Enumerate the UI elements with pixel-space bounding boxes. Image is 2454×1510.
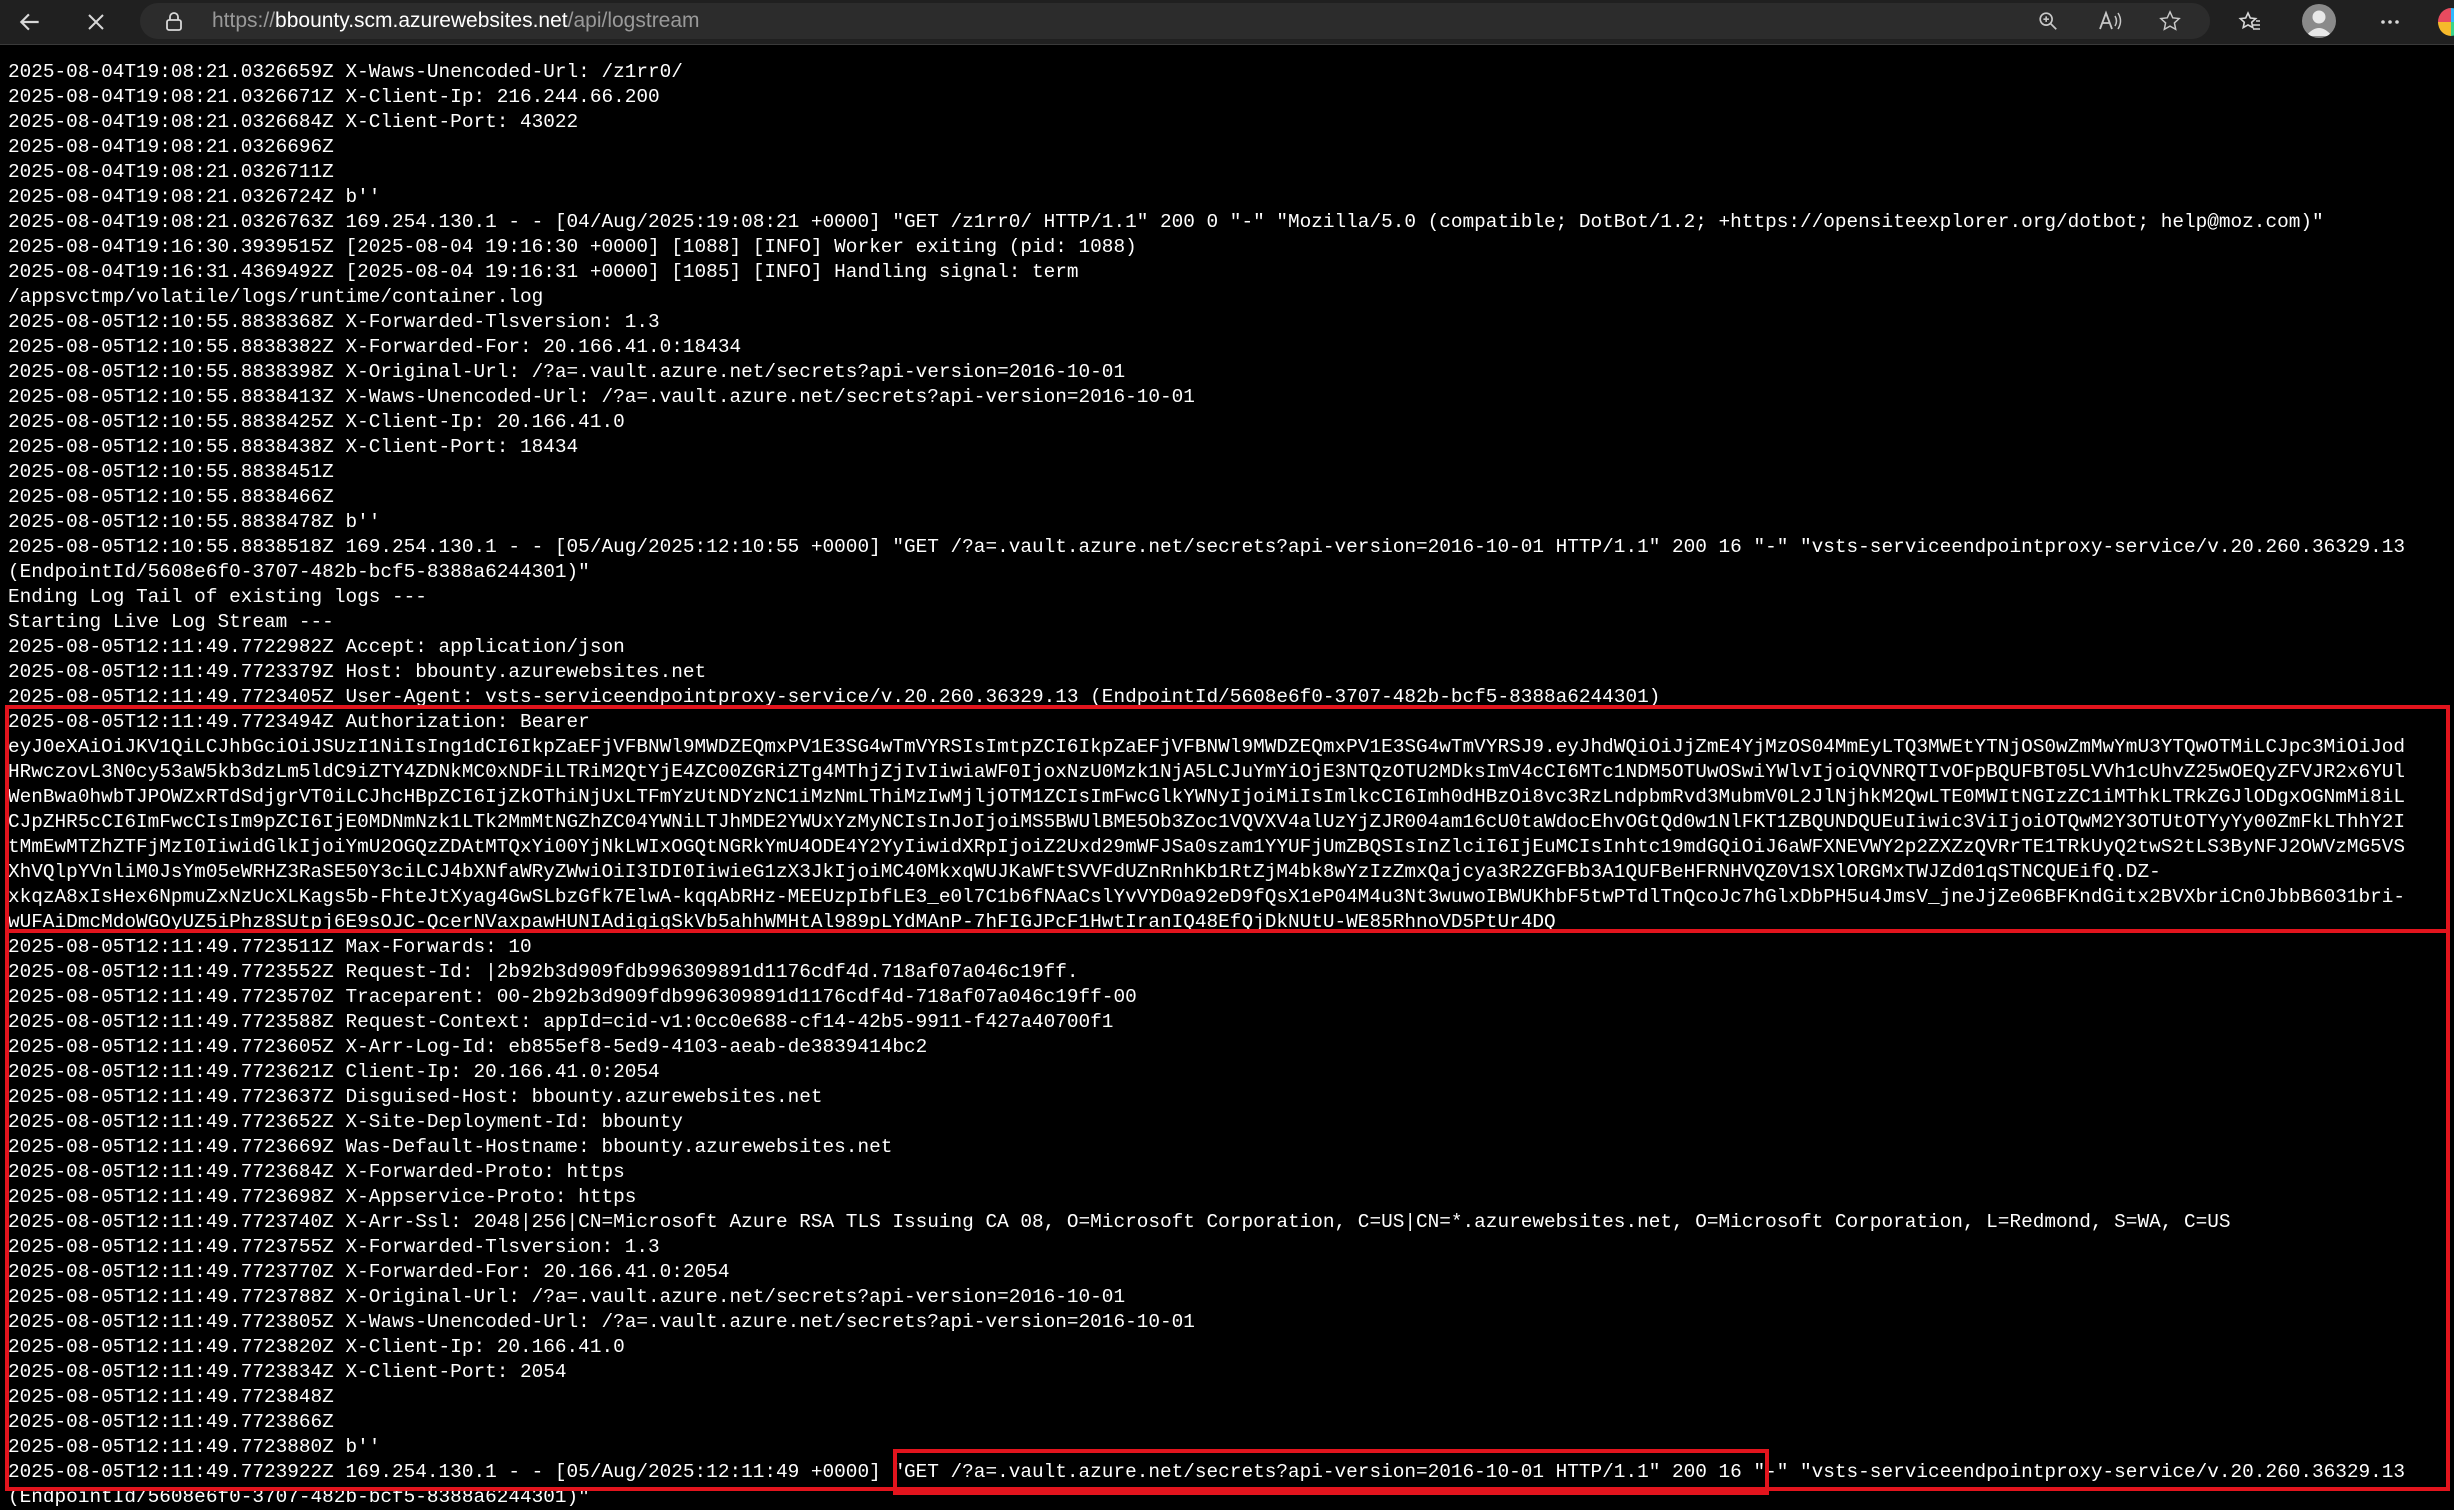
- log-line: 2025-08-05T12:11:49.7723669Z Was-Default…: [8, 1136, 893, 1158]
- log-line: 2025-08-05T12:11:49.7723621Z Client-Ip: …: [8, 1061, 660, 1083]
- log-line: WenBwa0hwbTJPOWZxRTdSdjgrVT0iLCJhcHBpZCI…: [8, 786, 2406, 808]
- log-line: 2025-08-05T12:11:49.7723866Z: [8, 1411, 334, 1433]
- log-line: 2025-08-04T19:08:21.0326724Z b'': [8, 186, 381, 208]
- stop-icon[interactable]: [78, 6, 114, 38]
- log-line: 2025-08-05T12:11:49.7723848Z: [8, 1386, 334, 1408]
- log-line: 2025-08-05T12:10:55.8838368Z X-Forwarded…: [8, 311, 660, 333]
- log-line: 2025-08-05T12:10:55.8838398Z X-Original-…: [8, 361, 1126, 383]
- log-line: 2025-08-04T19:16:30.3939515Z [2025-08-04…: [8, 236, 1137, 258]
- log-line: 2025-08-04T19:08:21.0326671Z X-Client-Ip…: [8, 86, 660, 108]
- log-line: 2025-08-05T12:11:49.7723698Z X-Appservic…: [8, 1186, 637, 1208]
- log-line: HRwczovL3N0cy53aW5kb3dzLm5ldC9iZTY4ZDNkM…: [8, 761, 2406, 783]
- log-line: 2025-08-04T19:08:21.0326684Z X-Client-Po…: [8, 111, 579, 133]
- lock-icon[interactable]: [164, 11, 184, 31]
- read-aloud-icon[interactable]: [2092, 5, 2128, 37]
- edge-copilot-icon[interactable]: [2438, 8, 2454, 36]
- log-line: 2025-08-05T12:11:49.7723494Z Authorizati…: [8, 711, 590, 733]
- log-line: 2025-08-05T12:10:55.8838478Z b'': [8, 511, 381, 533]
- log-line: (EndpointId/5608e6f0-3707-482b-bcf5-8388…: [8, 561, 590, 583]
- log-line: 2025-08-05T12:11:49.7723637Z Disguised-H…: [8, 1086, 823, 1108]
- log-line: 2025-08-05T12:10:55.8838518Z 169.254.130…: [8, 536, 2406, 558]
- zoom-icon[interactable]: [2030, 5, 2066, 37]
- log-line: 2025-08-05T12:11:49.7722982Z Accept: app…: [8, 636, 625, 658]
- log-line: wUFAiDmcMdoWGOyUZ5iPhz8SUtpj6E9sOJC-Qcer…: [8, 911, 1556, 933]
- log-line: 2025-08-05T12:11:49.7723379Z Host: bboun…: [8, 661, 707, 683]
- log-line: 2025-08-05T12:10:55.8838413Z X-Waws-Unen…: [8, 386, 1195, 408]
- log-line: CJpZHR5cCI6ImFwcCIsIm9pZCI6IjE0MDNmNzk1L…: [8, 811, 2406, 833]
- log-line: 2025-08-05T12:11:49.7723652Z X-Site-Depl…: [8, 1111, 683, 1133]
- log-line: 2025-08-04T19:08:21.0326659Z X-Waws-Unen…: [8, 61, 683, 83]
- log-line: 2025-08-04T19:08:21.0326711Z: [8, 161, 334, 183]
- url-host: bbounty.scm.azurewebsites.net: [275, 9, 568, 32]
- log-line: 2025-08-05T12:11:49.7723552Z Request-Id:…: [8, 961, 1079, 983]
- log-line: 2025-08-05T12:11:49.7723788Z X-Original-…: [8, 1286, 1126, 1308]
- log-line: 2025-08-05T12:11:49.7723755Z X-Forwarded…: [8, 1236, 660, 1258]
- log-line: /appsvctmp/volatile/logs/runtime/contain…: [8, 286, 544, 308]
- log-line: Ending Log Tail of existing logs ---: [8, 586, 427, 608]
- log-line: 2025-08-05T12:11:49.7723605Z X-Arr-Log-I…: [8, 1036, 928, 1058]
- log-line: 2025-08-05T12:10:55.8838451Z: [8, 461, 334, 483]
- log-line: 2025-08-05T12:10:55.8838382Z X-Forwarded…: [8, 336, 742, 358]
- log-line: 2025-08-05T12:11:49.7723740Z X-Arr-Ssl: …: [8, 1211, 2231, 1233]
- log-line: 2025-08-05T12:11:49.7723570Z Traceparent…: [8, 986, 1137, 1008]
- more-icon[interactable]: [2372, 6, 2408, 38]
- log-line: (EndpointId/5608e6f0-3707-482b-bcf5-8388…: [8, 1486, 590, 1508]
- profile-icon[interactable]: [2302, 4, 2336, 38]
- log-line: eyJ0eXAiOiJKV1QiLCJhbGciOiJSUzI1NiIsIng1…: [8, 736, 2406, 758]
- log-line: 2025-08-05T12:11:49.7723922Z 169.254.130…: [8, 1461, 2406, 1483]
- favorites-icon[interactable]: [2232, 6, 2268, 38]
- log-line: 2025-08-05T12:10:55.8838466Z: [8, 486, 334, 508]
- log-line: 2025-08-04T19:08:21.0326763Z 169.254.130…: [8, 211, 2324, 233]
- log-line: XhVQlpYVnliM0JsYm05eWRHZ3RaSE50Y3ciLCJ4b…: [8, 861, 2161, 883]
- log-stream: 2025-08-04T19:08:21.0326659Z X-Waws-Unen…: [0, 55, 2454, 1510]
- log-line: 2025-08-05T12:11:49.7723770Z X-Forwarded…: [8, 1261, 730, 1283]
- favorite-icon[interactable]: [2152, 5, 2188, 37]
- log-line: 2025-08-05T12:10:55.8838438Z X-Client-Po…: [8, 436, 579, 458]
- url-text[interactable]: https://bbounty.scm.azurewebsites.net/ap…: [212, 3, 700, 39]
- log-line: 2025-08-05T12:11:49.7723805Z X-Waws-Unen…: [8, 1311, 1195, 1333]
- log-line: 2025-08-05T12:11:49.7723880Z b'': [8, 1436, 381, 1458]
- log-line: 2025-08-05T12:11:49.7723684Z X-Forwarded…: [8, 1161, 625, 1183]
- browser-toolbar: https://bbounty.scm.azurewebsites.net/ap…: [0, 0, 2454, 45]
- log-line: 2025-08-04T19:08:21.0326696Z: [8, 136, 334, 158]
- log-line: 2025-08-04T19:16:31.4369492Z [2025-08-04…: [8, 261, 1079, 283]
- url-scheme: https://: [212, 9, 276, 32]
- log-line: 2025-08-05T12:11:49.7723588Z Request-Con…: [8, 1011, 1114, 1033]
- log-line: tMmEwMTZhZTFjMzI0IiwidGlkIjoiYmU2OGQzZDA…: [8, 836, 2406, 858]
- log-line: 2025-08-05T12:11:49.7723820Z X-Client-Ip…: [8, 1336, 625, 1358]
- log-line: 2025-08-05T12:11:49.7723834Z X-Client-Po…: [8, 1361, 567, 1383]
- log-line: 2025-08-05T12:11:49.7723511Z Max-Forward…: [8, 936, 532, 958]
- log-line: Starting Live Log Stream ---: [8, 611, 334, 633]
- back-icon[interactable]: [12, 6, 48, 38]
- log-line: 2025-08-05T12:10:55.8838425Z X-Client-Ip…: [8, 411, 625, 433]
- url-path: /api/logstream: [567, 9, 700, 32]
- address-bar[interactable]: https://bbounty.scm.azurewebsites.net/ap…: [140, 3, 2210, 39]
- log-line: xkqzA8xIsHex6NpmuZxNzUcXLKags5b-FhteJtXy…: [8, 886, 2406, 908]
- log-line: 2025-08-05T12:11:49.7723405Z User-Agent:…: [8, 686, 1661, 708]
